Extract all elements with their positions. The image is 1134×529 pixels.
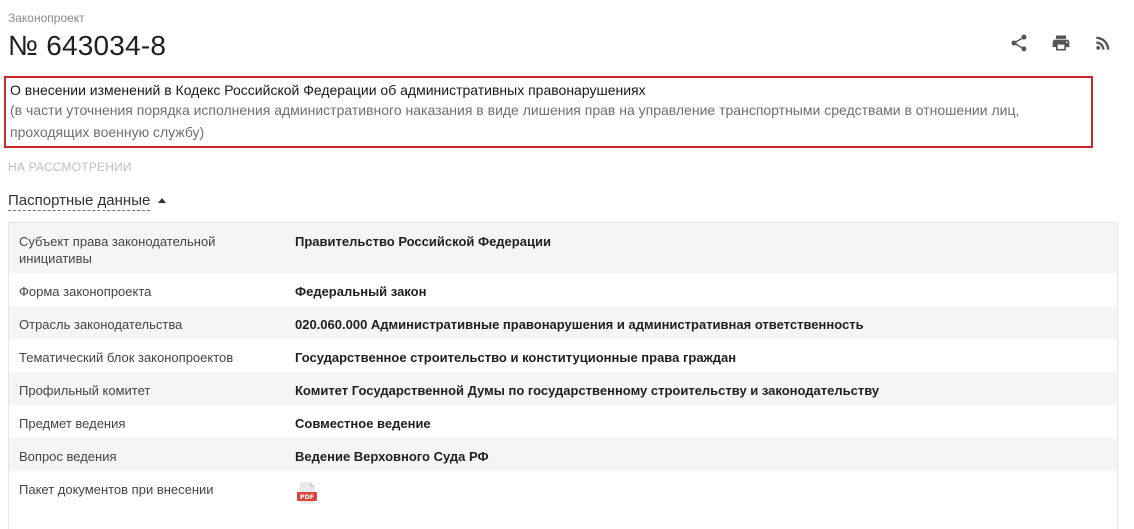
table-row: Отрасль законодательства 020.060.000 Адм… xyxy=(9,306,1117,339)
row-value: Правительство Российской Федерации xyxy=(295,234,551,249)
table-row: Тематический блок законопроектов Государ… xyxy=(9,339,1117,372)
table-row: Профильный комитет Комитет Государственн… xyxy=(9,372,1117,405)
page-kicker: Законопроект xyxy=(8,11,85,25)
table-row: Форма законопроекта Федеральный закон xyxy=(9,273,1117,306)
passport-toggle-label[interactable]: Паспортные данные xyxy=(8,192,151,211)
table-row: Субъект права законодательной инициативы… xyxy=(9,223,1117,273)
pdf-label: PDF xyxy=(300,494,314,501)
print-icon xyxy=(1052,35,1070,51)
row-label: Отрасль законодательства xyxy=(19,317,183,332)
bill-title-box: О внесении изменений в Кодекс Российской… xyxy=(4,76,1093,148)
row-value: PDF xyxy=(285,471,1117,529)
row-value: Совместное ведение xyxy=(295,416,431,431)
row-value: Государственное строительство и конститу… xyxy=(295,350,737,365)
row-value: Федеральный закон xyxy=(295,284,427,299)
share-icon xyxy=(1011,34,1027,52)
rss-button[interactable] xyxy=(1092,32,1114,54)
row-value: Ведение Верховного Суда РФ xyxy=(295,449,489,464)
share-button[interactable] xyxy=(1008,32,1030,54)
row-label: Форма законопроекта xyxy=(19,284,152,299)
row-label: Пакет документов при внесении xyxy=(19,482,214,497)
bill-subtitle: (в части уточнения порядка исполнения ад… xyxy=(10,102,1020,140)
caret-up-icon[interactable] xyxy=(158,198,167,203)
table-row: Вопрос ведения Ведение Верховного Суда Р… xyxy=(9,438,1117,471)
table-row: Пакет документов при внесении PDF xyxy=(9,471,1117,529)
print-button[interactable] xyxy=(1050,32,1072,54)
rss-icon xyxy=(1096,36,1110,50)
pdf-download-link[interactable]: PDF xyxy=(295,481,319,505)
status-label: НА РАССМОТРЕНИИ xyxy=(8,160,132,174)
row-label: Предмет ведения xyxy=(19,416,126,431)
pdf-file-icon: PDF xyxy=(297,482,317,504)
header-actions xyxy=(1008,32,1114,54)
row-label: Вопрос ведения xyxy=(19,449,117,464)
passport-toggle[interactable]: Паспортные данные xyxy=(8,192,167,211)
row-label: Субъект права законодательной инициативы xyxy=(19,234,216,266)
row-label: Профильный комитет xyxy=(19,383,151,398)
row-value: Комитет Государственной Думы по государс… xyxy=(295,383,880,398)
bill-number-title: № 643034-8 xyxy=(8,30,167,61)
bill-title: О внесении изменений в Кодекс Российской… xyxy=(10,82,646,98)
row-value: 020.060.000 Административные правонаруше… xyxy=(295,317,864,332)
row-label: Тематический блок законопроектов xyxy=(19,350,234,365)
table-row: Предмет ведения Совместное ведение xyxy=(9,405,1117,438)
passport-table: Субъект права законодательной инициативы… xyxy=(8,222,1118,529)
